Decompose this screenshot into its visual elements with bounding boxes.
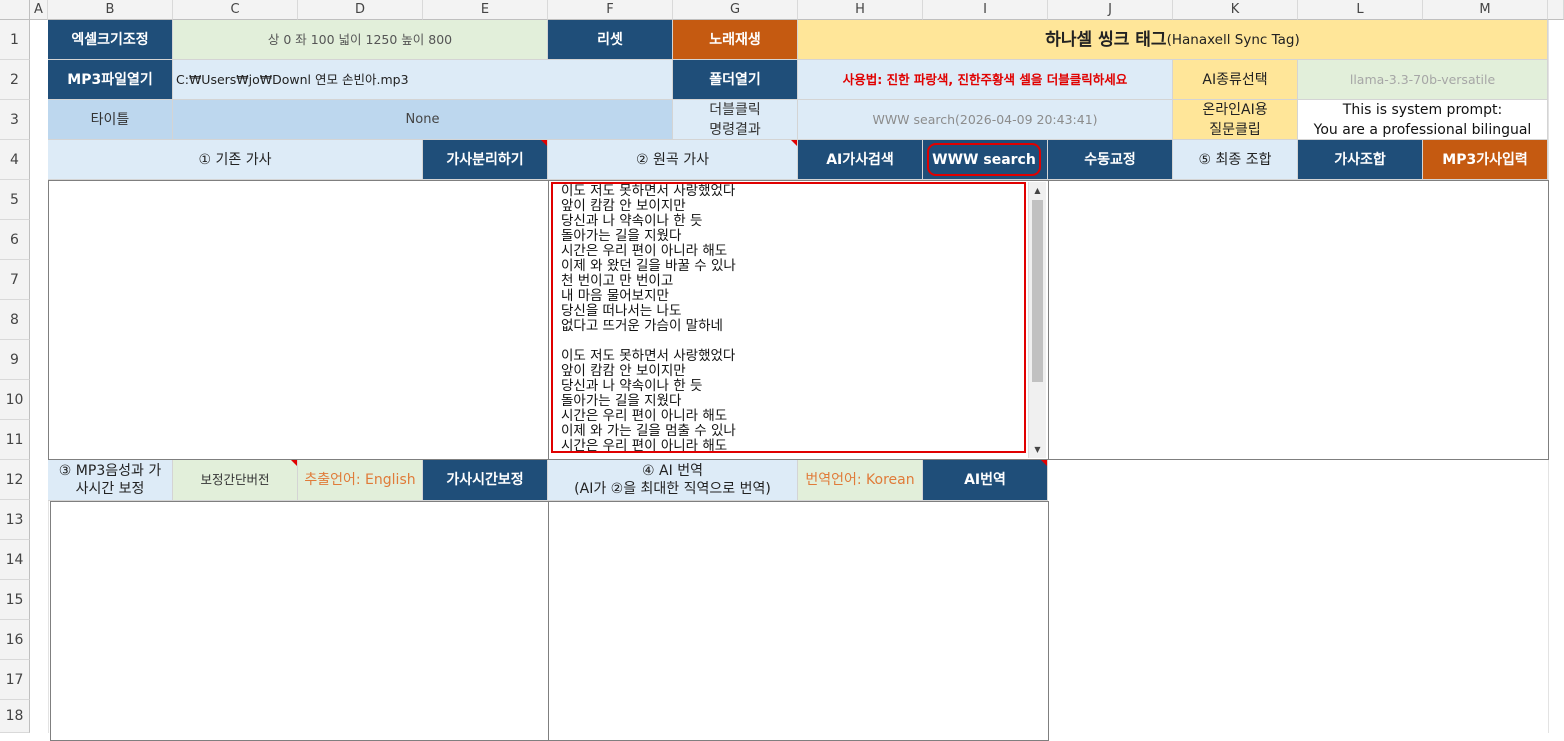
mp3-sync-header: ③ MP3음성과 가 사시간 보정: [48, 460, 173, 501]
row-header[interactable]: 13: [0, 500, 30, 540]
original-lyrics-header: ② 원곡 가사: [548, 140, 798, 180]
www-search-button[interactable]: WWW search: [927, 143, 1041, 176]
double-click-label-line1: 더블클릭: [709, 101, 761, 118]
title-label: 타이틀: [48, 100, 173, 140]
column-header[interactable]: G: [673, 0, 798, 20]
file-path-field[interactable]: C:₩Users₩jo₩Downl 연모 손빈아.mp3: [173, 60, 673, 100]
final-combine-header: ⑤ 최종 조합: [1173, 140, 1298, 180]
existing-lyrics-header: ① 기존 가사: [48, 140, 423, 180]
row-header[interactable]: 12: [0, 460, 30, 500]
column-header[interactable]: C: [173, 0, 298, 20]
resize-excel-button[interactable]: 엑셀크기조정: [48, 20, 173, 60]
original-lyrics-text: 이도 저도 못하면서 사랑했었다 앞이 캄캄 안 보이지만 당신과 나 약속이나…: [561, 184, 736, 451]
system-prompt-line1: This is system prompt:: [1342, 101, 1503, 118]
double-click-result-label: 더블클릭 명령결과: [673, 100, 798, 140]
online-ai-question-clip-button[interactable]: 온라인AI용 질문클립: [1173, 100, 1298, 140]
column-header[interactable]: B: [48, 0, 173, 20]
row-header[interactable]: 14: [0, 540, 30, 580]
mp3-sync-line1: ③ MP3음성과 가: [58, 463, 162, 479]
row-header[interactable]: 17: [0, 660, 30, 700]
resize-values-field[interactable]: 상 0 좌 100 넓이 1250 높이 800: [173, 20, 548, 60]
final-combine-textbox[interactable]: [1048, 180, 1549, 460]
column-header[interactable]: F: [548, 0, 673, 20]
ai-translate-button[interactable]: AI번역: [923, 460, 1048, 501]
row-header[interactable]: 3: [0, 100, 30, 140]
row-header[interactable]: 16: [0, 620, 30, 660]
ai-translation-header: ④ AI 번역 (AI가 ②을 최대한 직역으로 번역): [548, 460, 798, 501]
split-lyrics-button[interactable]: 가사분리하기: [423, 140, 548, 180]
row-header[interactable]: 7: [0, 260, 30, 300]
original-lyrics-textbox[interactable]: 이도 저도 못하면서 사랑했었다 앞이 캄캄 안 보이지만 당신과 나 약속이나…: [551, 182, 1026, 453]
row-header[interactable]: 5: [0, 180, 30, 220]
online-ai-line2: 질문클립: [1209, 121, 1261, 138]
existing-lyrics-textbox[interactable]: [48, 180, 549, 460]
column-header[interactable]: E: [423, 0, 548, 20]
column-header-overflow: [1548, 0, 1564, 20]
column-header[interactable]: M: [1423, 0, 1548, 20]
scroll-up-icon[interactable]: ▲: [1029, 182, 1046, 199]
scroll-thumb[interactable]: [1032, 200, 1043, 382]
row-header[interactable]: 1: [0, 20, 30, 60]
row-header[interactable]: 8: [0, 300, 30, 340]
title-value-field[interactable]: None: [173, 100, 673, 140]
scroll-down-icon[interactable]: ▼: [1029, 441, 1046, 458]
ai-model-field[interactable]: llama-3.3-70b-versatile: [1298, 60, 1548, 100]
translate-language-field[interactable]: 번역언어: Korean: [798, 460, 923, 501]
ai-translation-line1: ④ AI 번역: [642, 463, 703, 479]
row-header[interactable]: 4: [0, 140, 30, 180]
column-header[interactable]: H: [798, 0, 923, 20]
app-title: 하나셀 씽크 태그 (Hanaxell Sync Tag): [798, 20, 1548, 60]
extract-language-field[interactable]: 추출언어: English: [298, 460, 423, 501]
synced-lyrics-textbox[interactable]: [50, 501, 549, 741]
app-title-english: (Hanaxell Sync Tag): [1166, 31, 1300, 48]
sync-version-field[interactable]: 보정간단버전: [173, 460, 298, 501]
column-header[interactable]: A: [30, 0, 48, 20]
ai-lyrics-search-button[interactable]: AI가사검색: [798, 140, 923, 180]
system-prompt-line2: You are a professional bilingual: [1313, 121, 1532, 138]
manual-edit-button[interactable]: 수동교정: [1048, 140, 1173, 180]
column-header[interactable]: I: [923, 0, 1048, 20]
lyrics-time-sync-button[interactable]: 가사시간보정: [423, 460, 548, 501]
play-song-button[interactable]: 노래재생: [673, 20, 798, 60]
lyrics-scrollbar[interactable]: ▲ ▼: [1028, 182, 1046, 458]
www-search-cell[interactable]: WWW search: [923, 140, 1048, 180]
row-header[interactable]: 18: [0, 700, 30, 733]
row-header[interactable]: 9: [0, 340, 30, 380]
open-mp3-button[interactable]: MP3파일열기: [48, 60, 173, 100]
row-header[interactable]: 2: [0, 60, 30, 100]
column-header[interactable]: L: [1298, 0, 1423, 20]
select-all-corner[interactable]: [0, 0, 30, 20]
row-header[interactable]: 15: [0, 580, 30, 620]
mp3-lyrics-input-button[interactable]: MP3가사입력: [1423, 140, 1548, 180]
row-header[interactable]: 11: [0, 420, 30, 460]
translation-textbox[interactable]: [548, 501, 1049, 741]
column-header[interactable]: J: [1048, 0, 1173, 20]
combine-lyrics-button[interactable]: 가사조합: [1298, 140, 1423, 180]
column-header[interactable]: K: [1173, 0, 1298, 20]
system-prompt-field[interactable]: This is system prompt: You are a profess…: [1298, 100, 1548, 140]
open-folder-button[interactable]: 폴더열기: [673, 60, 798, 100]
mp3-sync-line2: 사시간 보정: [75, 481, 145, 497]
empty-grid-area[interactable]: [1048, 460, 1548, 733]
reset-button[interactable]: 리셋: [548, 20, 673, 60]
online-ai-line1: 온라인AI용: [1202, 101, 1268, 118]
command-result-field: WWW search(2026-04-09 20:43:41): [798, 100, 1173, 140]
double-click-label-line2: 명령결과: [709, 121, 761, 138]
usage-hint: 사용법: 진한 파랑색, 진한주황색 셀을 더블클릭하세요: [798, 60, 1173, 100]
row-header[interactable]: 6: [0, 220, 30, 260]
ai-type-select-button[interactable]: AI종류선택: [1173, 60, 1298, 100]
ai-translation-line2: (AI가 ②을 최대한 직역으로 번역): [574, 481, 771, 497]
column-header[interactable]: D: [298, 0, 423, 20]
app-title-korean: 하나셀 씽크 태그: [1045, 29, 1167, 50]
row-header[interactable]: 10: [0, 380, 30, 420]
